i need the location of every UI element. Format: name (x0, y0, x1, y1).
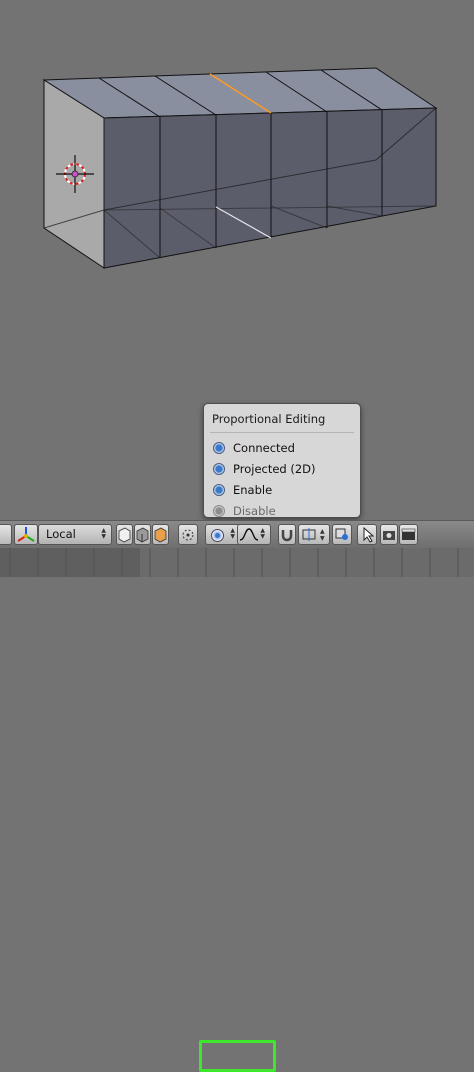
mesh-front-face (103, 107, 437, 269)
transform-orientation-select[interactable]: Local ▲ ▼ (38, 524, 112, 545)
radio-icon (213, 505, 225, 517)
render-camera-icon[interactable] (380, 524, 398, 545)
smooth-falloff-icon (239, 528, 259, 541)
render-animation-icon[interactable] (399, 524, 418, 545)
radio-icon (213, 442, 225, 454)
menu-item-projected[interactable]: Projected (2D) (210, 460, 354, 478)
updown-arrows-icon: ▲ ▼ (260, 527, 265, 540)
proportional-editing-highlight (199, 1040, 276, 1072)
updown-arrows-icon: ▲ ▼ (101, 527, 106, 540)
orientation-label: Local (46, 527, 76, 541)
vertex-select-icon[interactable] (116, 524, 133, 545)
radio-icon (213, 463, 225, 475)
pointer-arrow-icon[interactable] (357, 524, 377, 545)
menu-separator (210, 432, 354, 433)
pivot-point-icon[interactable] (178, 524, 198, 545)
menu-title: Proportional Editing (212, 412, 326, 426)
timeline-ticks (0, 548, 474, 577)
menu-item-enable[interactable]: Enable (210, 481, 354, 499)
proportional-falloff-select[interactable]: ▲ ▼ (237, 524, 271, 545)
radio-icon (213, 484, 225, 496)
proportional-editing-menu: Proportional Editing Connected Projected… (203, 403, 361, 518)
menu-item-label: Disable (233, 504, 276, 518)
svg-text:▼: ▼ (320, 535, 325, 542)
snap-magnet-icon[interactable] (278, 524, 296, 545)
menu-item-disable[interactable]: Disable (210, 502, 354, 520)
manipulator-icon[interactable] (14, 524, 38, 545)
menu-item-label: Connected (233, 441, 295, 455)
edge-select-icon[interactable] (134, 524, 151, 545)
menu-item-label: Enable (233, 483, 273, 497)
face-select-icon[interactable] (152, 524, 169, 545)
snap-target-icon[interactable] (332, 524, 352, 545)
updown-arrows-icon: ▲ ▼ (230, 527, 235, 540)
viewport-header: Local ▲ ▼ ▲ ▼ ▲ ▼ ▲ ▼ (0, 520, 474, 1072)
timeline-strip[interactable] (0, 548, 474, 577)
header-left-button[interactable] (0, 524, 12, 545)
snap-element-select[interactable]: ▲ ▼ (298, 524, 330, 545)
proportional-editing-select[interactable]: ▲ ▼ (205, 524, 241, 545)
menu-item-label: Projected (2D) (233, 462, 316, 476)
proportional-editing-icon (211, 529, 224, 542)
menu-item-connected[interactable]: Connected (210, 439, 354, 457)
svg-text:▲: ▲ (320, 528, 325, 535)
